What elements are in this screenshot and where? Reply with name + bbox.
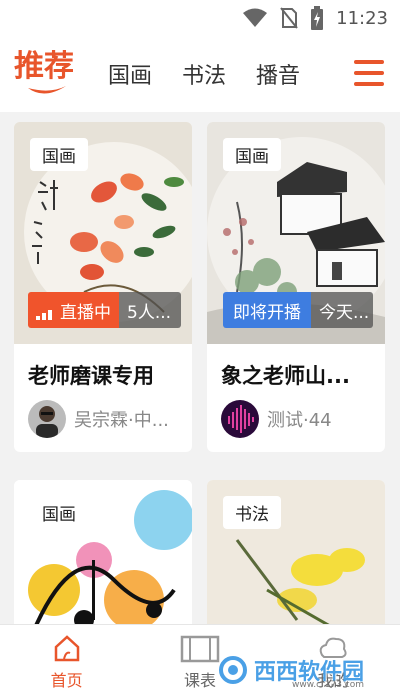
course-thumbnail: 国画 直播中 5人... (14, 122, 192, 344)
upcoming-badge: 即将开播 (223, 292, 311, 328)
course-thumbnail: 国画 (14, 480, 192, 624)
nav-home[interactable]: 首页 (0, 625, 133, 700)
live-signal-icon (36, 300, 54, 320)
category-badge: 国画 (30, 138, 88, 171)
teacher-info: 吴宗霖·中... (14, 390, 192, 452)
avatar (28, 400, 66, 438)
category-badge: 国画 (30, 496, 88, 529)
teacher-name: 吴宗霖·中... (74, 410, 169, 431)
course-card[interactable]: 国画 (14, 480, 192, 624)
logo-swoosh-icon (28, 86, 66, 94)
tab-guohua[interactable]: 国画 (108, 58, 152, 90)
schedule-icon (180, 635, 220, 663)
live-status-label: 直播中 (60, 302, 111, 323)
live-badge: 直播中 (28, 292, 119, 328)
avatar (221, 400, 259, 438)
top-header: 推荐 国画 书法 播音 (0, 36, 400, 112)
course-card[interactable]: 国画 直播中 5人... 老师磨课专用 吴宗霖·中... (14, 122, 192, 452)
course-grid: 国画 直播中 5人... 老师磨课专用 吴宗霖·中... 国画 即将开播 今天.… (0, 112, 400, 624)
teacher-info: 测试·44 (207, 390, 385, 452)
course-thumbnail: 书法 (207, 480, 385, 624)
course-card[interactable]: 书法 (207, 480, 385, 624)
status-icons: 11:23 (242, 6, 388, 30)
start-time: 今天... (311, 292, 373, 328)
watermark-url: www.cr173.com (292, 680, 365, 690)
live-status-bar: 直播中 5人... (28, 292, 181, 328)
no-sim-icon (280, 7, 298, 29)
course-thumbnail: 国画 即将开播 今天... (207, 122, 385, 344)
status-time: 11:23 (336, 7, 388, 29)
nav-home-label: 首页 (50, 671, 83, 690)
category-badge: 国画 (223, 138, 281, 171)
tab-boyin[interactable]: 播音 (256, 58, 300, 90)
status-bar: 11:23 (0, 0, 400, 36)
status-bar-upcoming: 即将开播 今天... (223, 292, 373, 328)
audience-count: 5人... (119, 292, 181, 328)
home-icon (54, 635, 79, 662)
battery-charging-icon (310, 6, 324, 30)
recommend-tab[interactable]: 推荐 (14, 50, 84, 106)
category-badge: 书法 (223, 496, 281, 529)
course-card[interactable]: 国画 即将开播 今天... 象之老师山... 测试·44 (207, 122, 385, 452)
nav-schedule-label: 课表 (183, 671, 216, 690)
watermark-logo: 西西软件园 www.cr173.com (218, 650, 378, 690)
course-title: 老师磨课专用 (28, 364, 154, 388)
category-tabs: 国画 书法 播音 (108, 58, 300, 90)
hamburger-menu-icon[interactable] (354, 60, 386, 86)
watermark-icon (219, 656, 247, 684)
wifi-icon (242, 8, 268, 28)
recommend-logo-text: 推荐 (14, 49, 74, 84)
course-title: 象之老师山... (221, 364, 350, 388)
teacher-name: 测试·44 (267, 410, 332, 431)
tab-shufa[interactable]: 书法 (182, 58, 226, 90)
